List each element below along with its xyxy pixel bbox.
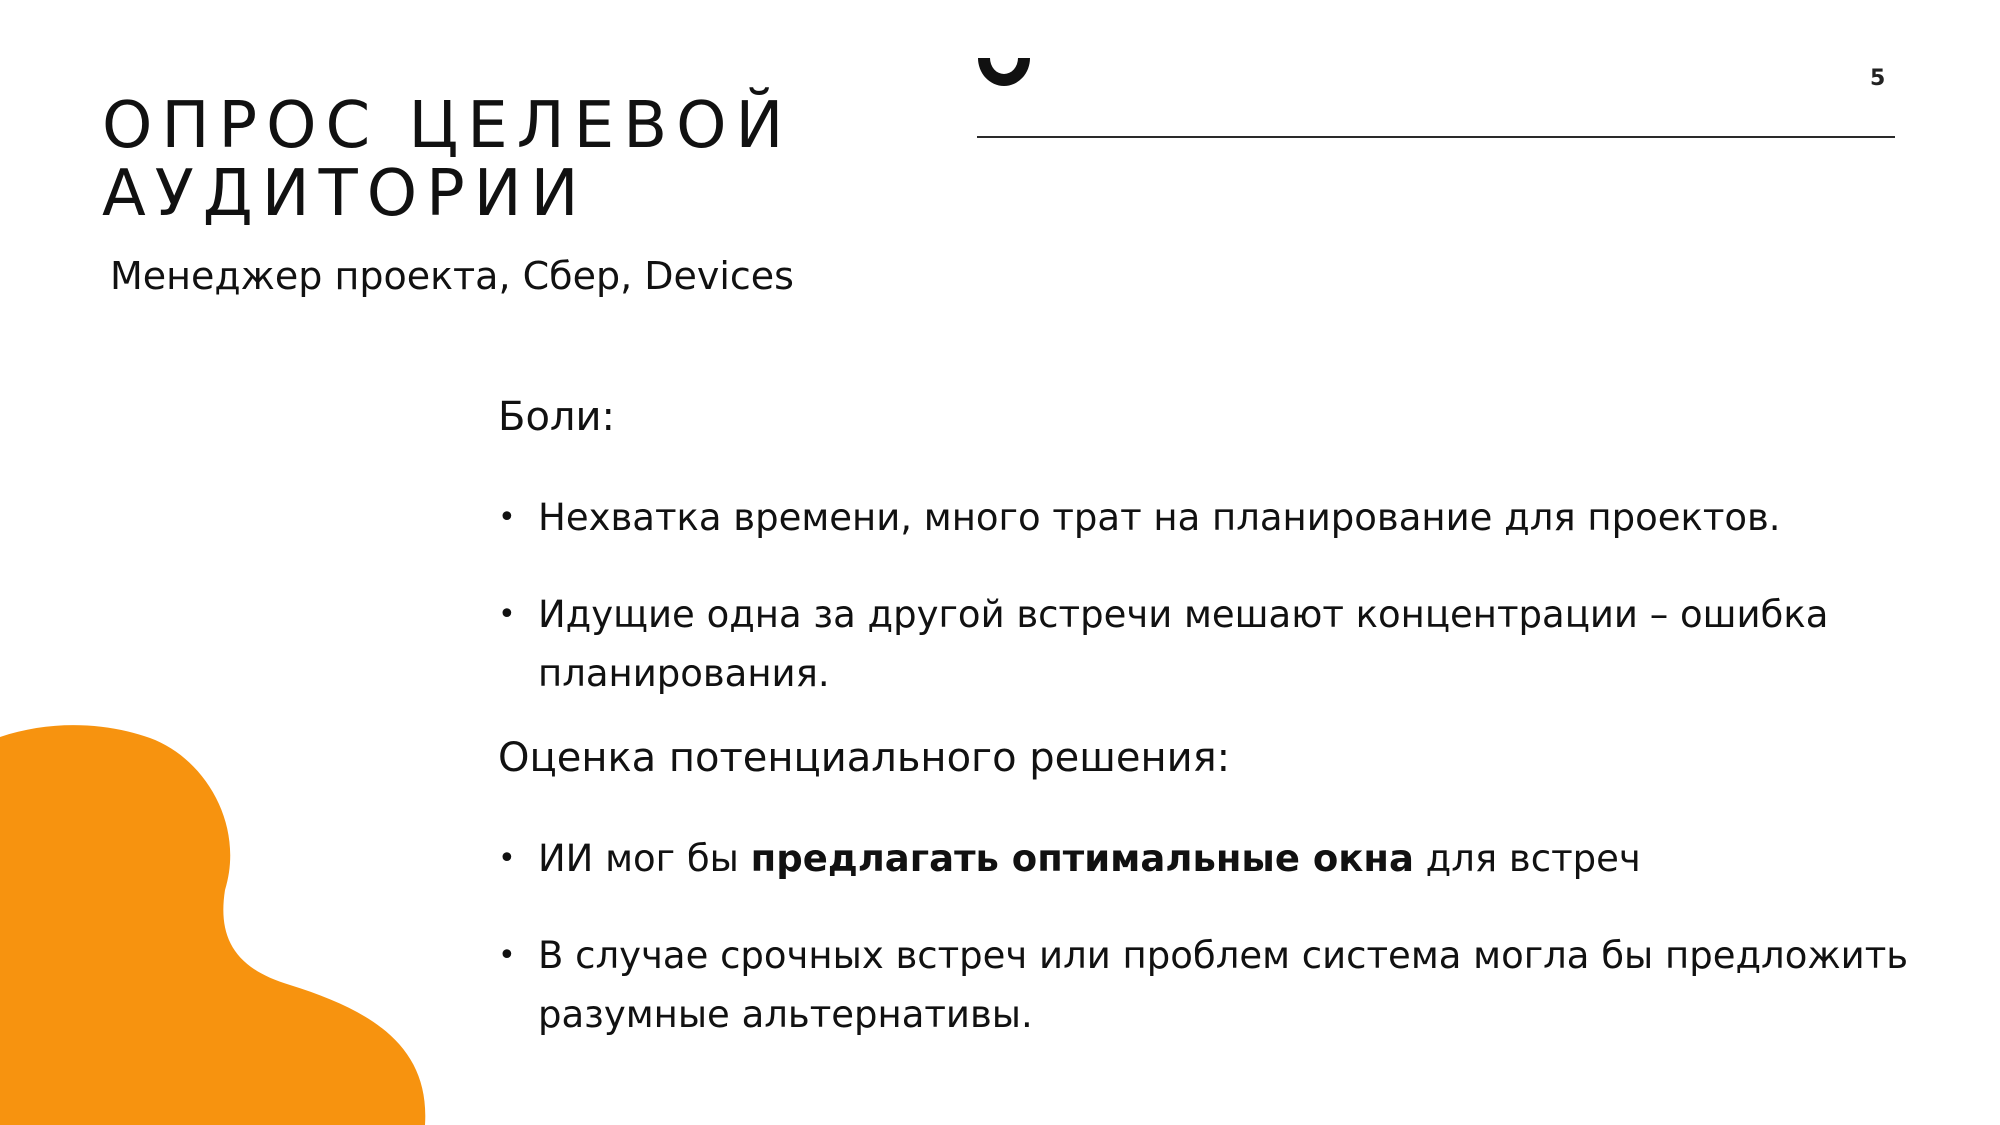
solution-item-text-start: ИИ мог бы (538, 837, 751, 880)
slide-content: Боли: • Нехватка времени, много трат на … (498, 390, 1918, 1044)
solution-item-text-end: для встреч (1413, 837, 1641, 880)
solution-item: • В случае срочных встреч или проблем си… (498, 926, 1918, 1044)
solution-list: • ИИ мог бы предлагать оптимальные окна … (498, 829, 1918, 1044)
slide-title-line-2: АУДИТОРИИ (102, 157, 588, 231)
orange-blob-shape (0, 725, 426, 1125)
bullet-dot-icon: • (498, 938, 516, 973)
half-ring-arc-icon (978, 58, 1030, 86)
solution-heading: Оценка потенциального решения: (498, 735, 1231, 781)
presentation-slide: 5 ОПРОС ЦЕЛЕВОЙ АУДИТОРИИ Менеджер проек… (0, 0, 2000, 1125)
slide-title-line-1: ОПРОС ЦЕЛЕВОЙ (102, 89, 793, 163)
solution-item-text: В случае срочных встреч или проблем сист… (538, 934, 1909, 1036)
pain-item-text: Нехватка времени, много трат на планиров… (538, 496, 1781, 539)
slide-subtitle: Менеджер проекта, Сбер, Devices (110, 254, 794, 298)
pain-item: • Нехватка времени, много трат на планир… (498, 488, 1918, 547)
pain-item-text: Идущие одна за другой встречи мешают кон… (538, 593, 1829, 695)
page-number: 5 (1870, 66, 1886, 91)
header-divider-line (977, 136, 1895, 138)
pain-item: • Идущие одна за другой встречи мешают к… (498, 585, 1918, 703)
solution-item: • ИИ мог бы предлагать оптимальные окна … (498, 829, 1918, 888)
pains-heading: Боли: (498, 394, 615, 440)
slide-title: ОПРОС ЦЕЛЕВОЙ АУДИТОРИИ (102, 92, 962, 228)
bullet-dot-icon: • (498, 597, 516, 632)
bullet-dot-icon: • (498, 500, 516, 535)
bullet-dot-icon: • (498, 841, 516, 876)
pains-list: • Нехватка времени, много трат на планир… (498, 488, 1918, 703)
solution-item-emphasis: предлагать оптимальные окна (750, 837, 1414, 880)
